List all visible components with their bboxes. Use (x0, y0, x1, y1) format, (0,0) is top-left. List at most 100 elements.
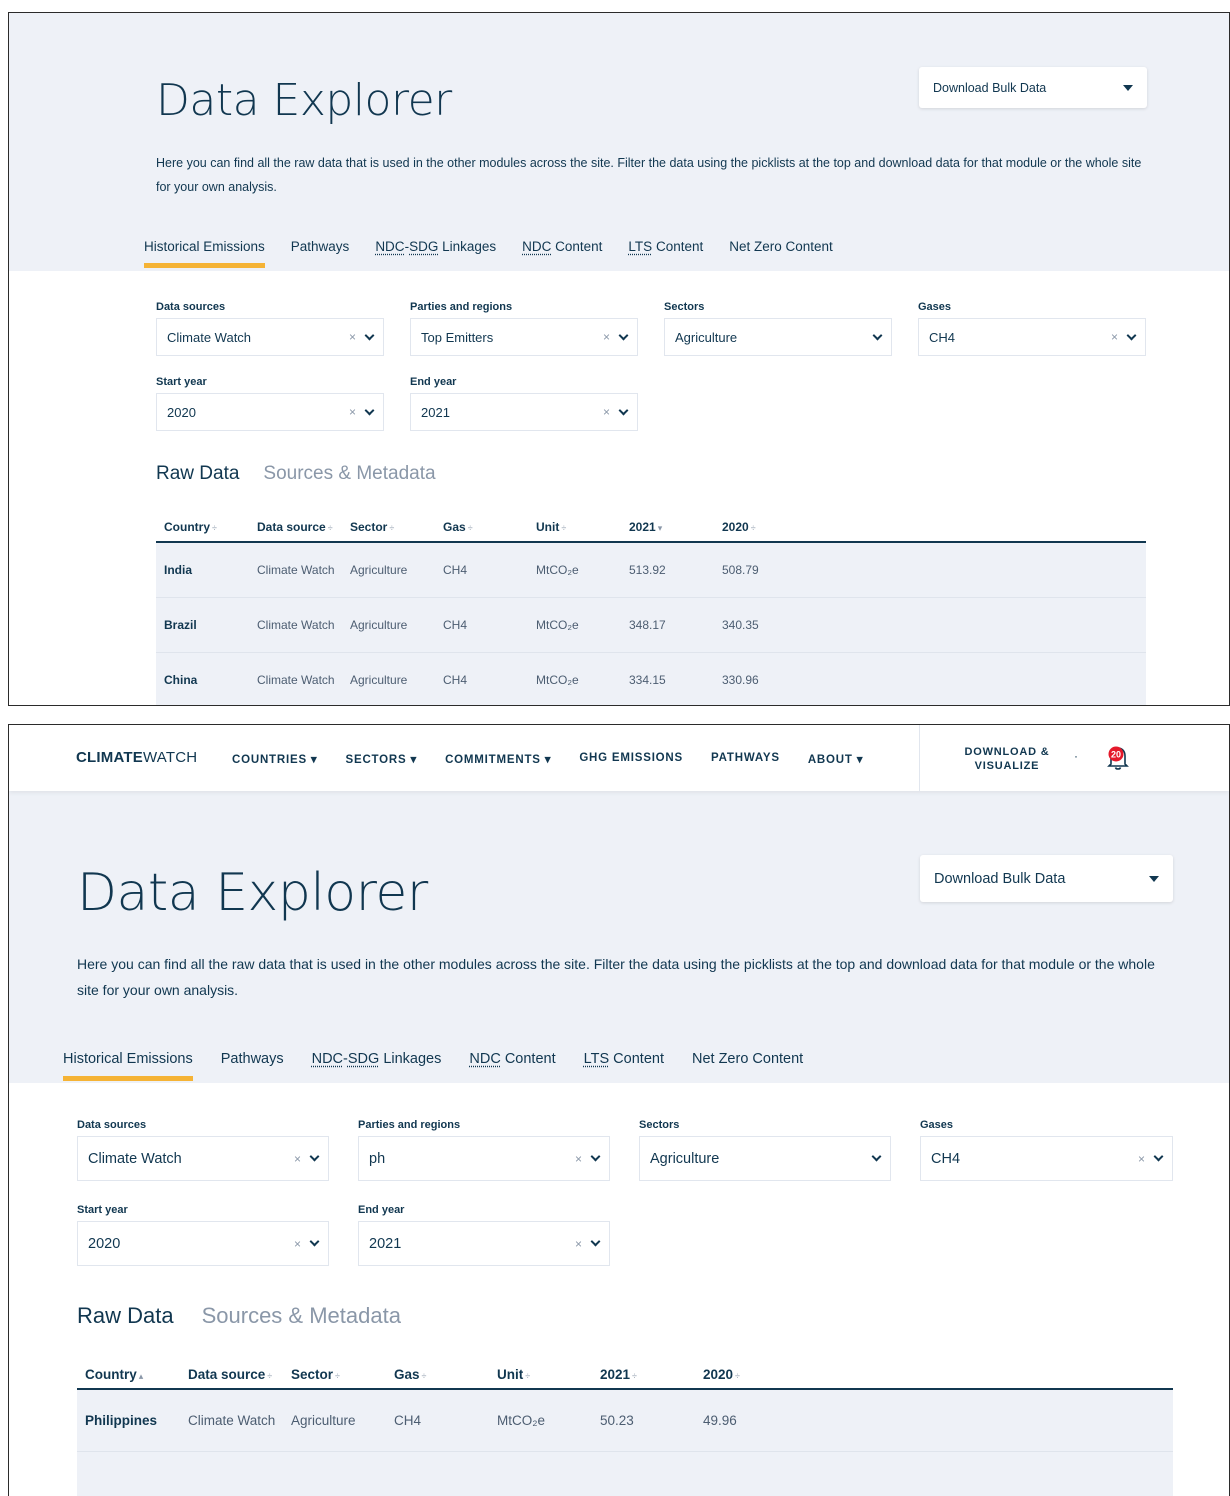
tab-net-zero-content[interactable]: Net Zero Content (729, 239, 833, 260)
tab-ndc-content[interactable]: NDC Content (522, 239, 602, 260)
table-cell: Brazil (164, 618, 197, 632)
field-label: Sectors (664, 301, 705, 313)
tab-raw-data[interactable]: Raw Data (77, 1303, 174, 1329)
tab-raw-data[interactable]: Raw Data (156, 463, 239, 485)
sectors-select[interactable]: Agriculture (639, 1136, 891, 1181)
clear-icon[interactable]: × (1111, 330, 1118, 344)
column-header[interactable]: Unit ÷ (497, 1367, 600, 1382)
sort-icon[interactable]: ÷ (561, 523, 566, 533)
chevron-down-icon[interactable] (364, 405, 375, 415)
tab-sources-metadata[interactable]: Sources & Metadata (263, 463, 435, 485)
column-header[interactable]: Country ▴ (85, 1367, 188, 1382)
tab-label: Pathways (220, 1051, 284, 1067)
chevron-down-icon[interactable] (590, 1236, 601, 1247)
clear-icon[interactable]: × (349, 405, 356, 419)
column-header[interactable]: 2020 ÷ (722, 520, 815, 534)
chevron-down-icon[interactable] (618, 330, 629, 340)
sectors-select[interactable]: Agriculture (664, 318, 892, 356)
chevron-down-icon[interactable] (590, 1151, 601, 1162)
download-visualize-link[interactable]: DOWNLOAD & VISUALIZE (959, 745, 1055, 773)
gases-select[interactable]: CH4 × (918, 318, 1146, 356)
table-cell: Agriculture (350, 673, 408, 687)
start-year-select[interactable]: 2020 × (77, 1221, 329, 1266)
sort-icon[interactable]: ÷ (632, 1371, 637, 1381)
nav-commitments[interactable]: COMMITMENTS ▾ (445, 752, 551, 766)
column-header[interactable]: Country ÷ (164, 520, 257, 534)
column-header[interactable]: 2020 ÷ (703, 1367, 806, 1382)
nav-ghg-emissions[interactable]: GHG EMISSIONS (579, 752, 683, 766)
clear-icon[interactable]: × (294, 1237, 301, 1251)
clear-icon[interactable]: × (603, 330, 610, 344)
raw-data-tabs: Raw Data Sources & Metadata (156, 463, 436, 485)
tab-lts-content[interactable]: LTS Content (584, 1051, 664, 1073)
chevron-down-icon[interactable] (618, 405, 629, 415)
column-header[interactable]: Gas ÷ (394, 1367, 497, 1382)
start-year-select[interactable]: 2020 × (156, 393, 384, 431)
field-label: Start year (156, 376, 207, 388)
nav-about[interactable]: ABOUT ▾ (808, 752, 863, 766)
column-header[interactable]: Unit ÷ (536, 520, 629, 534)
tab-net-zero-content[interactable]: Net Zero Content (692, 1051, 803, 1073)
chevron-down-icon[interactable] (309, 1151, 320, 1162)
data-sources-select[interactable]: Climate Watch × (156, 318, 384, 356)
sort-icon[interactable]: ÷ (389, 523, 394, 533)
clear-icon[interactable]: × (575, 1237, 582, 1251)
clear-icon[interactable]: × (575, 1152, 582, 1166)
end-year-select[interactable]: 2021 × (410, 393, 638, 431)
parties-regions-select[interactable]: ph × (358, 1136, 610, 1181)
clear-icon[interactable]: × (349, 330, 356, 344)
sort-icon[interactable]: ÷ (735, 1371, 740, 1381)
tab-ndc-sdg-linkages[interactable]: NDC-SDG Linkages (312, 1051, 442, 1073)
column-header[interactable]: 2021 ÷ (600, 1367, 703, 1382)
sort-icon[interactable]: ▾ (658, 523, 663, 533)
data-sources-select[interactable]: Climate Watch × (77, 1136, 329, 1181)
sort-icon[interactable]: ÷ (335, 1371, 340, 1381)
data-sources-filter: Data sources Climate Watch × (156, 301, 384, 356)
tab-sources-metadata[interactable]: Sources & Metadata (202, 1303, 401, 1329)
sort-icon[interactable]: ÷ (422, 1371, 427, 1381)
tab-ndc-content[interactable]: NDC Content (469, 1051, 555, 1073)
clear-icon[interactable]: × (1138, 1152, 1145, 1166)
sort-icon[interactable]: ▴ (139, 1371, 144, 1381)
clear-icon[interactable]: × (294, 1152, 301, 1166)
tab-historical-emissions[interactable]: Historical Emissions (63, 1051, 193, 1081)
nav-pathways[interactable]: PATHWAYS (711, 752, 780, 766)
notification-bell-icon[interactable]: 20 (1103, 743, 1133, 773)
climatewatch-logo[interactable]: CLIMATEWATCH (76, 749, 197, 766)
nav-sectors[interactable]: SECTORS ▾ (346, 752, 418, 766)
sort-icon[interactable]: ÷ (751, 523, 756, 533)
download-bulk-data-dropdown[interactable]: Download Bulk Data (920, 855, 1173, 902)
data-table: Country ÷ Data source ÷ Sector ÷ Gas ÷ Unit ÷ 2021… (156, 513, 1146, 705)
column-header[interactable]: 2021 ▾ (629, 520, 722, 534)
column-header[interactable]: Data source ÷ (257, 520, 350, 534)
tab-historical-emissions[interactable]: Historical Emissions (144, 239, 265, 268)
table-row: Philippines Climate Watch Agriculture CH4 Mt… (77, 1390, 1173, 1452)
download-bulk-data-dropdown[interactable]: Download Bulk Data (919, 67, 1147, 108)
chevron-down-icon[interactable] (871, 1151, 882, 1162)
tab-lts-content[interactable]: LTS Content (628, 239, 703, 260)
chevron-down-icon[interactable] (1153, 1151, 1164, 1162)
column-header-label: Sector (350, 520, 388, 534)
nav-countries[interactable]: COUNTRIES ▾ (232, 752, 318, 766)
sort-icon[interactable]: ÷ (328, 523, 333, 533)
chevron-down-icon[interactable] (364, 330, 375, 340)
column-header[interactable]: Sector ÷ (350, 520, 443, 534)
tab-pathways[interactable]: Pathways (221, 1051, 284, 1073)
column-header[interactable]: Data source ÷ (188, 1367, 291, 1382)
end-year-select[interactable]: 2021 × (358, 1221, 610, 1266)
tab-ndc-sdg-linkages[interactable]: NDC-SDG Linkages (375, 239, 496, 260)
tab-label: Linkages (379, 1051, 442, 1067)
chevron-down-icon[interactable] (872, 330, 883, 340)
column-header[interactable]: Gas ÷ (443, 520, 536, 534)
gases-select[interactable]: CH4 × (920, 1136, 1173, 1181)
chevron-down-icon[interactable] (309, 1236, 320, 1247)
column-header[interactable]: Sector ÷ (291, 1367, 394, 1382)
chevron-down-icon[interactable] (1126, 330, 1137, 340)
sort-icon[interactable]: ÷ (267, 1371, 272, 1381)
sort-icon[interactable]: ÷ (525, 1371, 530, 1381)
clear-icon[interactable]: × (603, 405, 610, 419)
parties-regions-select[interactable]: Top Emitters × (410, 318, 638, 356)
sort-icon[interactable]: ÷ (212, 523, 217, 533)
tab-pathways[interactable]: Pathways (291, 239, 350, 260)
sort-icon[interactable]: ÷ (468, 523, 473, 533)
